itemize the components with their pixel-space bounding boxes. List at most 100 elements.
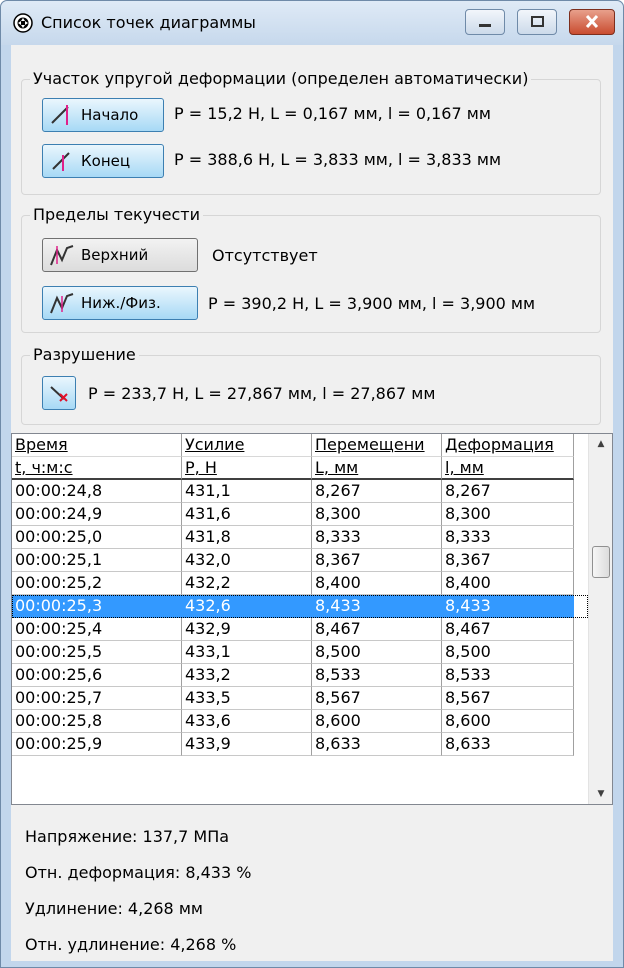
cell-time[interactable]: 00:00:25,9 — [12, 733, 182, 756]
cell-force[interactable]: 433,6 — [182, 710, 312, 733]
cell-time[interactable]: 00:00:25,2 — [12, 572, 182, 595]
cell-deformation[interactable]: 8,467 — [442, 618, 574, 641]
cell-displacement[interactable]: 8,267 — [312, 480, 442, 503]
cell-time[interactable]: 00:00:25,4 — [12, 618, 182, 641]
cell-time[interactable]: 00:00:25,7 — [12, 687, 182, 710]
table-row[interactable]: 00:00:25,2 432,2 8,400 8,400 — [12, 572, 588, 595]
table-row[interactable]: 00:00:25,6 433,2 8,533 8,533 — [12, 664, 588, 687]
cell-force[interactable]: 433,5 — [182, 687, 312, 710]
cell-time[interactable]: 00:00:25,1 — [12, 549, 182, 572]
scroll-down-icon[interactable]: ▼ — [589, 784, 613, 804]
cell-displacement[interactable]: 8,367 — [312, 549, 442, 572]
cell-force[interactable]: 433,1 — [182, 641, 312, 664]
cell-deformation[interactable]: 8,367 — [442, 549, 574, 572]
elastic-start-button[interactable]: Начало — [42, 98, 164, 132]
elastic-end-button[interactable]: Конец — [42, 144, 164, 178]
column-header-time[interactable]: Время — [12, 434, 182, 457]
maximize-button[interactable] — [517, 9, 557, 35]
elongation-value: Удлинение: 4,268 мм — [25, 899, 203, 918]
elastic-end-icon — [52, 152, 70, 171]
table-row[interactable]: 00:00:25,5 433,1 8,500 8,500 — [12, 641, 588, 664]
cell-deformation[interactable]: 8,600 — [442, 710, 574, 733]
table-scrollbar[interactable]: ▲ ▼ — [588, 434, 612, 804]
cell-displacement[interactable]: 8,500 — [312, 641, 442, 664]
cell-force[interactable]: 431,6 — [182, 503, 312, 526]
window-title: Список точек диаграммы — [41, 13, 256, 32]
scroll-up-icon[interactable]: ▲ — [589, 434, 613, 454]
cell-displacement[interactable]: 8,300 — [312, 503, 442, 526]
table-row[interactable]: 00:00:25,9 433,9 8,633 8,633 — [12, 733, 588, 756]
cell-force[interactable]: 432,0 — [182, 549, 312, 572]
cell-force[interactable]: 433,2 — [182, 664, 312, 687]
cell-time[interactable]: 00:00:25,0 — [12, 526, 182, 549]
table-row[interactable]: 00:00:25,0 431,8 8,333 8,333 — [12, 526, 588, 549]
table-row[interactable]: 00:00:25,3 432,6 8,433 8,433 — [12, 595, 588, 618]
cell-time[interactable]: 00:00:24,8 — [12, 480, 182, 503]
cell-force[interactable]: 431,1 — [182, 480, 312, 503]
cell-deformation[interactable]: 8,567 — [442, 687, 574, 710]
rel-deformation-value: Отн. деформация: 8,433 % — [25, 863, 252, 882]
yield-section-title: Пределы текучести — [30, 205, 203, 224]
yield-section: Пределы текучести Верхний Отсутствует Ни… — [21, 205, 601, 333]
scroll-thumb[interactable] — [592, 546, 610, 578]
yield-upper-button[interactable]: Верхний — [42, 238, 198, 272]
table-row[interactable]: 00:00:25,8 433,6 8,600 8,600 — [12, 710, 588, 733]
cell-time[interactable]: 00:00:25,8 — [12, 710, 182, 733]
cell-displacement[interactable]: 8,400 — [312, 572, 442, 595]
cell-deformation[interactable]: 8,533 — [442, 664, 574, 687]
title-bar[interactable]: Список точек диаграммы — [1, 1, 623, 45]
points-table[interactable]: Время Усилие Перемещени Деформация t, ч:… — [11, 433, 613, 805]
cell-time[interactable]: 00:00:25,5 — [12, 641, 182, 664]
cell-displacement[interactable]: 8,433 — [312, 595, 442, 618]
yield-upper-label: Верхний — [81, 246, 149, 264]
table-row[interactable]: 00:00:25,7 433,5 8,567 8,567 — [12, 687, 588, 710]
fracture-icon — [50, 386, 68, 402]
cell-displacement[interactable]: 8,467 — [312, 618, 442, 641]
cell-deformation[interactable]: 8,333 — [442, 526, 574, 549]
cell-deformation[interactable]: 8,267 — [442, 480, 574, 503]
cell-deformation[interactable]: 8,400 — [442, 572, 574, 595]
fracture-section: Разрушение P = 233,7 Н, L = 27,867 мм, l… — [21, 345, 601, 425]
table-row[interactable]: 00:00:24,9 431,6 8,300 8,300 — [12, 503, 588, 526]
fracture-section-title: Разрушение — [30, 345, 139, 364]
column-unit-time[interactable]: t, ч:м:с — [12, 457, 182, 480]
elastic-start-label: Начало — [81, 106, 139, 124]
cell-time[interactable]: 00:00:24,9 — [12, 503, 182, 526]
cell-force[interactable]: 433,9 — [182, 733, 312, 756]
table-row[interactable]: 00:00:25,1 432,0 8,367 8,367 — [12, 549, 588, 572]
cell-displacement[interactable]: 8,333 — [312, 526, 442, 549]
table-row[interactable]: 00:00:25,4 432,9 8,467 8,467 — [12, 618, 588, 641]
yield-lower-icon — [50, 293, 74, 314]
cell-displacement[interactable]: 8,633 — [312, 733, 442, 756]
cell-force[interactable]: 432,6 — [182, 595, 312, 618]
table-body: 00:00:24,8 431,1 8,267 8,267 00:00:24,9 431,6… — [12, 480, 588, 756]
elastic-start-value: P = 15,2 Н, L = 0,167 мм, l = 0,167 мм — [174, 104, 491, 123]
cell-deformation[interactable]: 8,500 — [442, 641, 574, 664]
app-icon — [13, 13, 33, 33]
column-header-force[interactable]: Усилие — [182, 434, 312, 457]
yield-lower-value: P = 390,2 Н, L = 3,900 мм, l = 3,900 мм — [208, 294, 536, 313]
minimize-button[interactable] — [465, 9, 505, 35]
cell-time[interactable]: 00:00:25,6 — [12, 664, 182, 687]
column-header-deformation[interactable]: Деформация — [442, 434, 574, 457]
cell-deformation[interactable]: 8,433 — [442, 595, 574, 618]
cell-displacement[interactable]: 8,533 — [312, 664, 442, 687]
cell-force[interactable]: 432,2 — [182, 572, 312, 595]
cell-displacement[interactable]: 8,600 — [312, 710, 442, 733]
cell-force[interactable]: 432,9 — [182, 618, 312, 641]
cell-deformation[interactable]: 8,633 — [442, 733, 574, 756]
column-unit-deformation[interactable]: l, мм — [442, 457, 574, 480]
cell-deformation[interactable]: 8,300 — [442, 503, 574, 526]
cell-time[interactable]: 00:00:25,3 — [12, 595, 182, 618]
yield-lower-button[interactable]: Ниж./Физ. — [42, 286, 198, 320]
table-row[interactable]: 00:00:24,8 431,1 8,267 8,267 — [12, 480, 588, 503]
fracture-button[interactable] — [42, 376, 76, 410]
close-icon — [585, 14, 599, 29]
column-unit-force[interactable]: P, Н — [182, 457, 312, 480]
column-unit-displacement[interactable]: L, мм — [312, 457, 442, 480]
cell-force[interactable]: 431,8 — [182, 526, 312, 549]
column-header-displacement[interactable]: Перемещени — [312, 434, 442, 457]
cell-displacement[interactable]: 8,567 — [312, 687, 442, 710]
elastic-section: Участок упругой деформации (определен ав… — [21, 69, 601, 195]
close-button[interactable] — [569, 9, 615, 35]
